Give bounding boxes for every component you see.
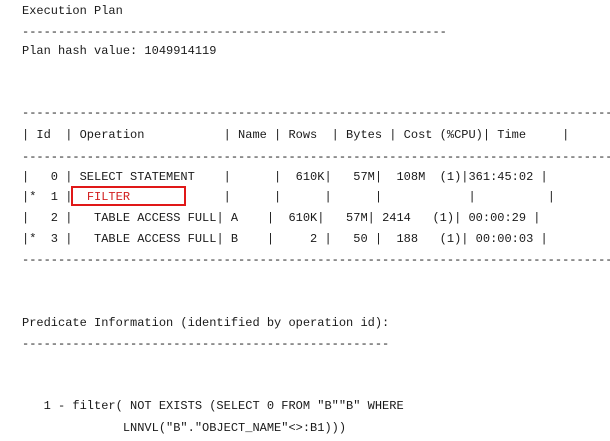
row-rest: | | 610K| 57M| 108M (1)|361:45:02 | (194, 170, 548, 184)
predicate-line-1: 1 - filter( NOT EXISTS (SELECT 0 FROM "B… (22, 399, 404, 413)
predicate-separator: ----------------------------------------… (22, 337, 390, 351)
table-row: | 2 | TABLE ACCESS FULL| A | 610K| 57M| … (22, 211, 541, 225)
row-operation: TABLE ACCESS FULL (94, 211, 217, 225)
table-separator-mid: ----------------------------------------… (22, 150, 610, 164)
table-row: |* 3 | TABLE ACCESS FULL| B | 2 | 50 | 1… (22, 232, 548, 246)
row-rest: | B | 2 | 50 | 188 (1)| 00:00:03 | (216, 232, 548, 246)
row-operation: SELECT STATEMENT (79, 170, 195, 184)
table-separator-bottom: ----------------------------------------… (22, 253, 610, 267)
row-rest: | A | 610K| 57M| 2414 (1)| 00:00:29 | (216, 211, 541, 225)
row-rest: | | | | | | (130, 190, 555, 204)
row-prefix: |* 3 | (22, 232, 95, 246)
plan-title: Execution Plan (22, 4, 123, 18)
separator-top: ----------------------------------------… (22, 25, 447, 39)
table-header: | Id | Operation | Name | Rows | Bytes |… (22, 128, 570, 142)
plan-hash-value: Plan hash value: 1049914119 (22, 44, 217, 58)
table-separator-top: ----------------------------------------… (22, 106, 610, 120)
row-prefix: | 0 | (22, 170, 80, 184)
row-operation: TABLE ACCESS FULL (94, 232, 217, 246)
table-row: | 0 | SELECT STATEMENT | | 610K| 57M| 10… (22, 170, 548, 184)
predicate-line-2: LNNVL("B"."OBJECT_NAME"<>:B1))) (22, 421, 347, 435)
filter-highlight-box (71, 186, 186, 206)
row-prefix: | 2 | (22, 211, 95, 225)
predicate-title: Predicate Information (identified by ope… (22, 316, 390, 330)
